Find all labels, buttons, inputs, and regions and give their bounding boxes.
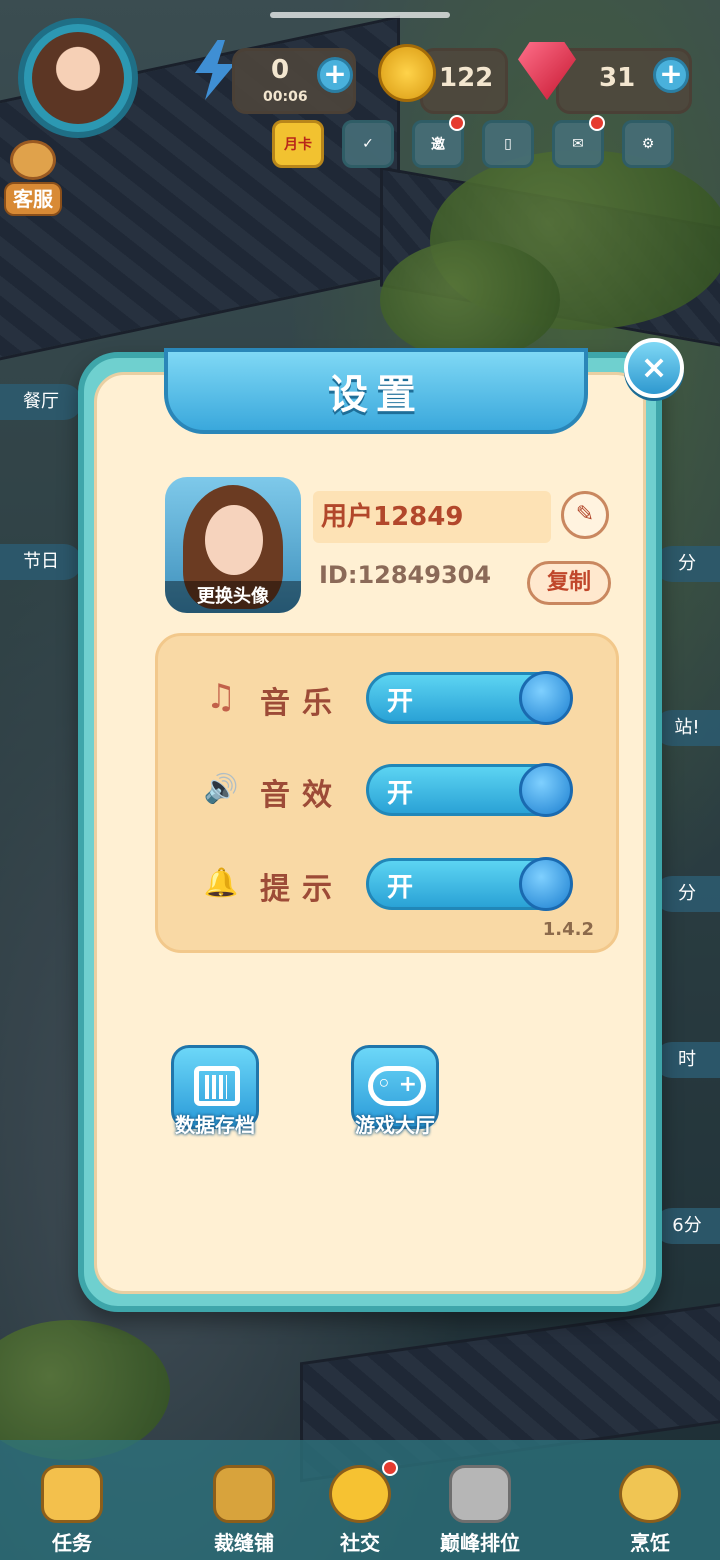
nav-peak-ranking[interactable]: 巅峰排位 (420, 1465, 540, 1556)
music-switch[interactable]: 开 (366, 671, 573, 725)
hint-switch-state: 开 (387, 873, 414, 903)
notification-dot (382, 1460, 398, 1476)
title-banner: 设置 (164, 348, 588, 434)
invite-icon[interactable]: 邀 (412, 115, 465, 168)
nav-tasks-label: 任务 (52, 1531, 92, 1555)
music-note-icon: ♫ (205, 677, 237, 717)
side-label-5[interactable]: 6分 (654, 1208, 720, 1244)
switch-knob[interactable] (519, 857, 573, 911)
customer-service-button[interactable]: 客服 (4, 140, 62, 218)
copy-id-button[interactable]: 复制 (527, 561, 611, 605)
customer-service-label: 客服 (4, 182, 62, 216)
gem-counter: 31 + (556, 48, 692, 114)
invite-label: 邀 (431, 137, 445, 153)
data-archive-button[interactable]: 数据存档 (155, 1045, 275, 1158)
gear-icon[interactable]: ⚙ (622, 120, 674, 168)
cooking-pot-icon (619, 1465, 681, 1523)
calendar-check-icon[interactable]: ✓ (342, 120, 394, 168)
settings-panel: 更换头像 用户12849 ✎ ID:12849304 复制 ♫ 音乐 开 🔊 音… (94, 372, 646, 1294)
hint-toggle-row: 🔔 提示 开 (198, 856, 578, 912)
side-label-2[interactable]: 站! (654, 710, 720, 746)
game-hall-label: 游戏大厅 (355, 1113, 435, 1137)
bell-icon: 🔔 (203, 866, 239, 899)
music-switch-state: 开 (387, 687, 414, 717)
nav-cooking[interactable]: 烹饪 (590, 1465, 710, 1556)
nav-tailor-shop[interactable]: 裁缝铺 (184, 1465, 304, 1556)
energy-value: 0 (271, 55, 290, 85)
gem-value: 31 (599, 63, 636, 93)
notification-dot (589, 115, 605, 131)
sound-switch-state: 开 (387, 779, 414, 809)
version-label: 1.4.2 (542, 919, 594, 940)
side-label-4[interactable]: 时 (654, 1042, 720, 1078)
user-id: ID:12849304 (319, 561, 492, 589)
nav-tasks[interactable]: 任务 (12, 1465, 132, 1556)
gem-plus-button[interactable]: + (653, 57, 689, 93)
switch-knob[interactable] (519, 763, 573, 817)
nav-tailor-label: 裁缝铺 (214, 1531, 274, 1555)
side-label-festival[interactable]: 节日 (0, 544, 82, 580)
sound-switch[interactable]: 开 (366, 763, 573, 817)
hint-switch[interactable]: 开 (366, 857, 573, 911)
player-avatar[interactable] (18, 18, 138, 138)
hint-label: 提示 (260, 872, 344, 907)
speaker-icon: 🔊 (203, 772, 239, 805)
coin-icon (378, 44, 436, 102)
edit-name-icon[interactable]: ✎ (561, 491, 609, 539)
side-label-1[interactable]: 分 (654, 546, 720, 582)
dialog-title: 设置 (328, 372, 424, 418)
energy-counter: 0 00:06 + (232, 48, 356, 114)
hud-icon-bar: 月卡 ✓ 邀 ▯ ✉ ⚙ (272, 115, 674, 168)
game-hall-button[interactable]: ◦ + 游戏大厅 (335, 1045, 455, 1158)
home-indicator (270, 12, 450, 18)
nav-social-label: 社交 (340, 1531, 380, 1555)
change-avatar-button[interactable]: 更换头像 (165, 477, 301, 613)
energy-plus-button[interactable]: + (317, 57, 353, 93)
side-label-restaurant[interactable]: 餐厅 (0, 384, 82, 420)
sound-toggle-row: 🔊 音效 开 (198, 762, 578, 818)
sound-label: 音效 (260, 778, 344, 813)
close-button[interactable]: × (624, 338, 684, 398)
energy-timer: 00:06 (263, 89, 308, 105)
music-toggle-row: ♫ 音乐 开 (198, 670, 578, 726)
nav-social[interactable]: 社交 (300, 1460, 420, 1556)
avatar-face (205, 505, 263, 575)
duck-icon (329, 1460, 398, 1523)
bear-icon (10, 140, 56, 180)
settings-dialog: 更换头像 用户12849 ✎ ID:12849304 复制 ♫ 音乐 开 🔊 音… (78, 338, 684, 1312)
music-label: 音乐 (260, 686, 344, 721)
username-field[interactable]: 用户12849 (313, 491, 551, 543)
task-clipboard-icon (41, 1465, 103, 1523)
toggles-panel: ♫ 音乐 开 🔊 音效 开 🔔 提示 开 1.4.2 (155, 633, 619, 953)
side-label-3[interactable]: 分 (654, 876, 720, 912)
notification-dot (449, 115, 465, 131)
change-avatar-label: 更换头像 (165, 581, 301, 613)
data-archive-label: 数据存档 (175, 1113, 255, 1137)
nav-cooking-label: 烹饪 (630, 1531, 670, 1555)
bottom-nav: 任务 裁缝铺 社交 巅峰排位 烹饪 (0, 1440, 720, 1560)
thread-spool-icon (213, 1465, 275, 1523)
mail-icon[interactable]: ✉ (552, 115, 605, 168)
switch-knob[interactable] (519, 671, 573, 725)
trophy-locked-icon (449, 1465, 511, 1523)
month-card-icon[interactable]: 月卡 (272, 120, 324, 168)
book-icon[interactable]: ▯ (482, 120, 534, 168)
nav-ranking-label: 巅峰排位 (440, 1531, 520, 1555)
coin-value: 122 (439, 63, 494, 93)
